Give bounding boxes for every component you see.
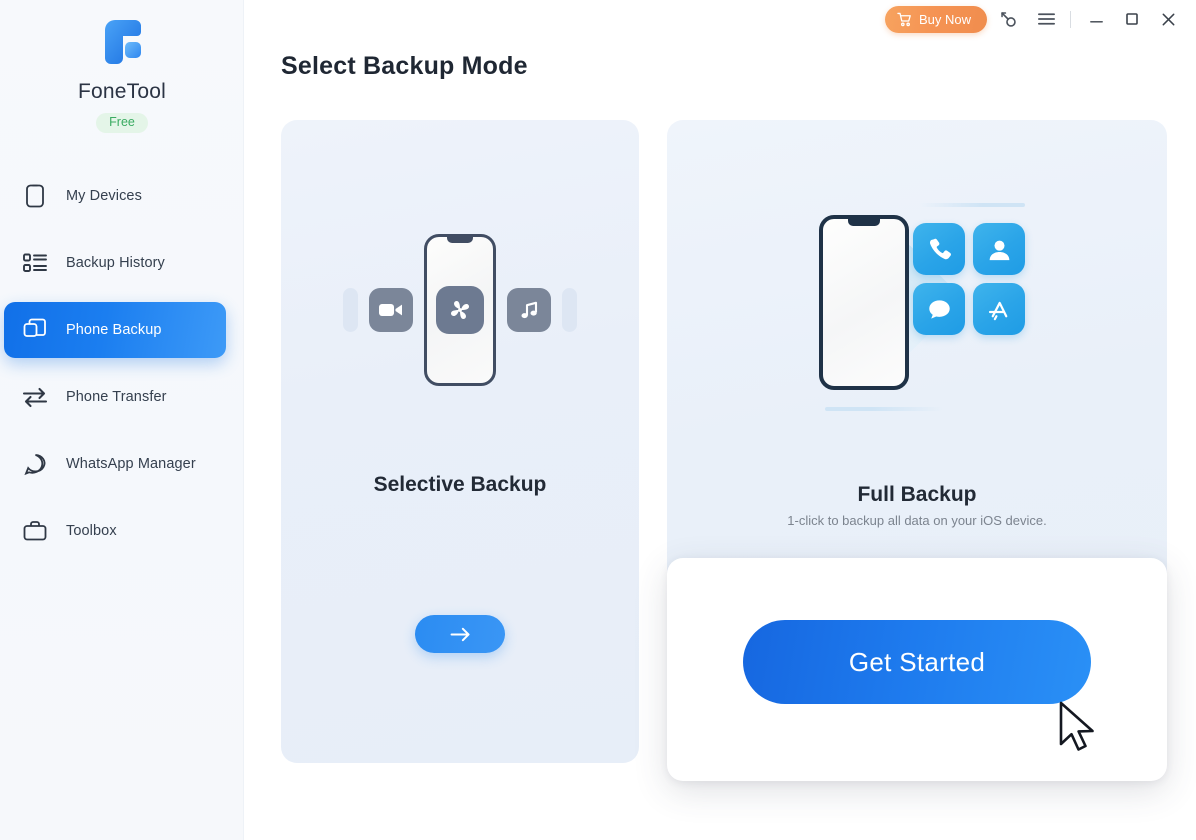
decorative-pill-right (562, 288, 577, 332)
sidebar-item-label: Toolbox (66, 523, 117, 539)
arrow-right-icon (449, 626, 472, 643)
shopping-cart-icon (897, 12, 912, 27)
photos-icon (436, 286, 484, 334)
chat-bubble-icon (22, 451, 48, 477)
phone-outline-icon (22, 183, 48, 209)
page-title: Select Backup Mode (281, 52, 528, 80)
contact-icon (973, 223, 1025, 275)
music-note-icon (507, 288, 551, 332)
sidebar-item-toolbox[interactable]: Toolbox (4, 503, 226, 559)
get-started-panel: Get Started (667, 558, 1167, 781)
message-icon (913, 283, 965, 335)
sidebar-item-label: Phone Backup (66, 322, 162, 338)
decorative-line-top (919, 203, 1025, 207)
hamburger-menu-icon[interactable] (1029, 4, 1063, 34)
brand-name: FoneTool (78, 80, 166, 103)
window-titlebar: Buy Now (244, 0, 1196, 38)
fonetool-logo-icon (95, 18, 149, 68)
sidebar-item-label: Backup History (66, 255, 165, 271)
app-icon-grid (913, 223, 1025, 378)
card-title: Selective Backup (373, 473, 547, 496)
fonetool-window: FoneTool Free My Devices Backup History … (0, 0, 1196, 840)
toolbox-icon (22, 518, 48, 544)
transfer-arrows-icon (22, 384, 48, 410)
sidebar-item-my-devices[interactable]: My Devices (4, 168, 226, 224)
list-icon (22, 250, 48, 276)
sidebar-item-label: WhatsApp Manager (66, 456, 196, 472)
maximize-icon[interactable] (1114, 4, 1150, 34)
sidebar-item-label: Phone Transfer (66, 389, 167, 405)
selective-backup-card[interactable]: Selective Backup (281, 120, 639, 763)
plan-badge: Free (96, 113, 148, 133)
buy-now-button[interactable]: Buy Now (884, 5, 987, 33)
device-phone-filled (819, 215, 909, 390)
phone-icon (913, 223, 965, 275)
selective-backup-illustration (281, 220, 639, 400)
buy-now-label: Buy Now (918, 11, 971, 27)
full-backup-illustration (667, 185, 1167, 445)
card-subtitle: 1-click to backup all data on your iOS d… (787, 513, 1047, 528)
decorative-line-bottom (825, 407, 943, 411)
sidebar-item-phone-transfer[interactable]: Phone Transfer (4, 369, 226, 425)
sidebar-item-label: My Devices (66, 188, 142, 204)
app-store-icon (973, 283, 1025, 335)
sidebar: FoneTool Free My Devices Backup History … (0, 0, 244, 840)
copy-layers-icon (22, 317, 48, 343)
key-icon[interactable] (991, 4, 1025, 34)
brand-block: FoneTool Free (0, 18, 244, 133)
sidebar-item-backup-history[interactable]: Backup History (4, 235, 226, 291)
minimize-icon[interactable] (1078, 4, 1114, 34)
selective-backup-continue-button[interactable] (415, 615, 505, 653)
sidebar-nav: My Devices Backup History Phone Backup P… (0, 168, 244, 570)
device-phone-outline (424, 234, 496, 386)
close-icon[interactable] (1150, 4, 1186, 34)
sidebar-item-phone-backup[interactable]: Phone Backup (4, 302, 226, 358)
sidebar-item-whatsapp-manager[interactable]: WhatsApp Manager (4, 436, 226, 492)
video-camera-icon (369, 288, 413, 332)
decorative-pill-left (343, 288, 358, 332)
card-title: Full Backup (857, 483, 977, 506)
get-started-button[interactable]: Get Started (743, 620, 1091, 704)
titlebar-divider (1070, 10, 1071, 28)
